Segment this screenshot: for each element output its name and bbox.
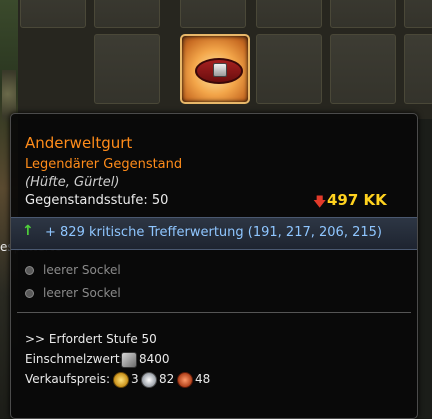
item-name: Anderweltgurt bbox=[25, 134, 133, 152]
item-slot-anderweltgurt[interactable] bbox=[180, 34, 250, 104]
kk-value: 497 KK bbox=[327, 191, 387, 209]
silver-coin-icon bbox=[141, 372, 157, 388]
level-requirement: >> Erfordert Stufe 50 bbox=[25, 332, 157, 346]
copper-coin-icon bbox=[177, 372, 193, 388]
socket-label: leerer Sockel bbox=[43, 263, 121, 277]
smelt-label: Einschmelzwert: bbox=[25, 352, 124, 366]
arrow-down-icon: 🡇 bbox=[313, 195, 327, 210]
inventory-slot[interactable] bbox=[20, 0, 86, 28]
sell-label: Verkaufspreis: bbox=[25, 372, 111, 386]
inventory-slot[interactable] bbox=[256, 0, 322, 28]
inventory-slot[interactable] bbox=[94, 34, 160, 104]
smelt-value: 8400 bbox=[139, 352, 170, 366]
item-level: Gegenstandsstufe: 50 bbox=[25, 193, 169, 208]
socket-2: leerer Sockel bbox=[25, 285, 225, 303]
red-belt-icon bbox=[195, 58, 243, 84]
sell-silver: 82 bbox=[159, 372, 175, 386]
inventory-slot[interactable] bbox=[404, 34, 432, 104]
item-tooltip: Anderweltgurt Legendärer Gegenstand (Hüf… bbox=[10, 113, 418, 419]
inventory-slot[interactable] bbox=[404, 0, 432, 28]
inventory-slot[interactable] bbox=[94, 0, 160, 28]
item-slot-types: (Hüfte, Gürtel) bbox=[25, 175, 120, 190]
item-rarity: Legendärer Gegenstand bbox=[25, 157, 183, 172]
stat-text: + 829 kritische Trefferwertung (191, 217… bbox=[45, 225, 382, 240]
socket-icon bbox=[25, 289, 34, 298]
inventory-slot[interactable] bbox=[330, 34, 396, 104]
arrow-up-icon: ↑ bbox=[22, 223, 34, 239]
inventory-slot[interactable] bbox=[256, 34, 322, 104]
socket-label: leerer Sockel bbox=[43, 286, 121, 300]
stat-line: ↑ + 829 kritische Trefferwertung (191, 2… bbox=[11, 217, 417, 250]
socket-icon bbox=[25, 266, 34, 275]
smelt-icon bbox=[121, 352, 137, 368]
sell-gold: 3 bbox=[131, 372, 139, 386]
divider bbox=[17, 312, 411, 313]
gold-coin-icon bbox=[113, 372, 129, 388]
sell-copper: 48 bbox=[195, 372, 211, 386]
socket-1: leerer Sockel bbox=[25, 262, 225, 280]
belt-buckle bbox=[213, 63, 227, 77]
inventory-slot[interactable] bbox=[330, 0, 396, 28]
inventory-slot[interactable] bbox=[180, 0, 246, 28]
